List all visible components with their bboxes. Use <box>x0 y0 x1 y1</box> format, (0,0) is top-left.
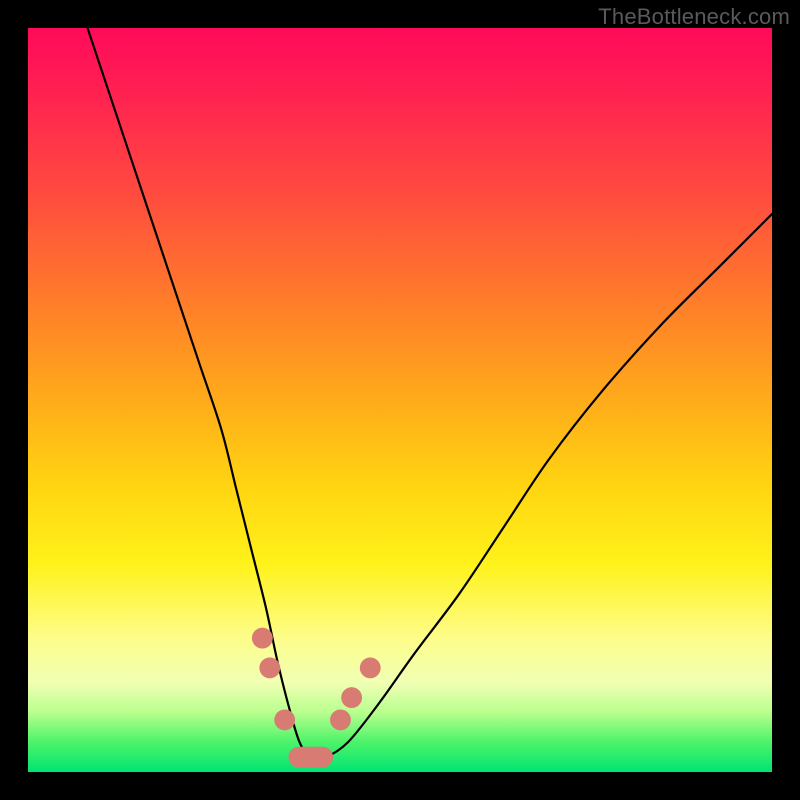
chart-frame: TheBottleneck.com <box>0 0 800 800</box>
curve-beads <box>252 628 381 768</box>
bead-right-1 <box>341 687 362 708</box>
bead-left-0 <box>252 628 273 649</box>
valley-bar <box>288 747 333 768</box>
plot-area <box>28 28 772 772</box>
curve-layer <box>28 28 772 772</box>
bead-right-0 <box>330 710 351 731</box>
bead-right-2 <box>360 657 381 678</box>
bead-left-2 <box>274 710 295 731</box>
bead-left-1 <box>259 657 280 678</box>
bottleneck-curve <box>88 28 772 759</box>
watermark-text: TheBottleneck.com <box>598 4 790 30</box>
